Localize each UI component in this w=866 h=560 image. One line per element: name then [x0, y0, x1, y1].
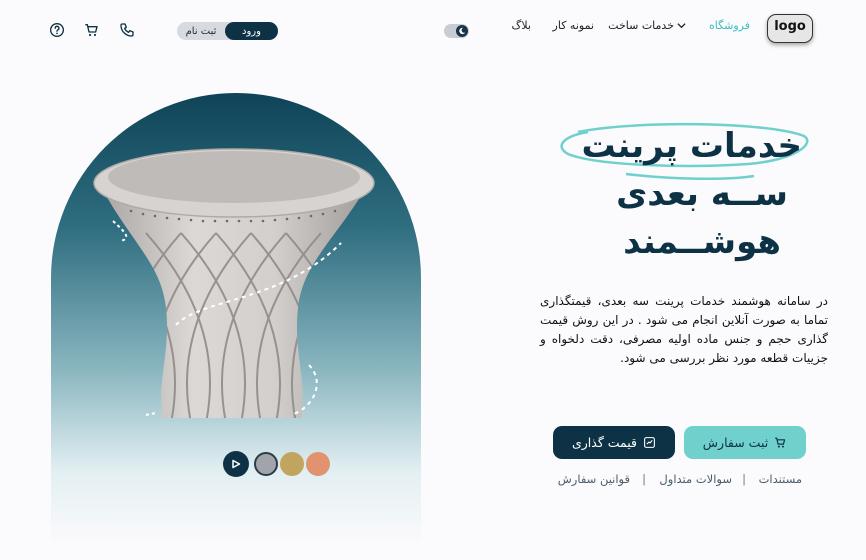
auth-switch: ثبت نام ورود: [177, 22, 278, 40]
pricing-button-label: قیمت گذاری: [571, 435, 638, 450]
logo-button[interactable]: logo: [767, 14, 813, 43]
pricing-button[interactable]: قیمت گذاری: [553, 426, 675, 459]
link-docs[interactable]: مستندات: [759, 472, 802, 486]
hero-title-line3: هوشــمند: [623, 222, 781, 262]
header: logo فروشگاه خدمات ساخت نمونه کار بلاگ ث…: [0, 0, 866, 60]
cart-icon[interactable]: [84, 22, 100, 38]
link-faq[interactable]: سوالات متداول: [659, 472, 732, 486]
link-separator: |: [742, 472, 746, 486]
nav-services-label: خدمات ساخت: [608, 19, 674, 32]
moon-icon: [456, 25, 468, 37]
theme-toggle[interactable]: [444, 24, 469, 38]
help-icon[interactable]: [49, 22, 65, 38]
nav-services[interactable]: خدمات ساخت: [608, 19, 686, 32]
cart-icon: [775, 437, 786, 448]
hero-title-line1: خدمات پرینت: [581, 126, 802, 166]
register-button[interactable]: ثبت نام: [177, 22, 225, 40]
nav-portfolio[interactable]: نمونه کار: [553, 19, 594, 32]
material-swatches: [223, 450, 333, 478]
swatch-gold[interactable]: [280, 452, 304, 476]
swatch-orange[interactable]: [306, 452, 330, 476]
hero-description: در سامانه هوشمند خدمات پرینت سه بعدی، قی…: [540, 294, 828, 365]
chart-icon: [644, 437, 655, 448]
phone-icon[interactable]: [119, 22, 135, 38]
chevron-down-icon: [677, 23, 686, 29]
nav-shop[interactable]: فروشگاه: [709, 19, 750, 32]
link-separator: |: [642, 472, 646, 486]
hero-title-line2: ســه بعدی: [616, 174, 788, 214]
link-rules[interactable]: قوانین سفارش: [558, 472, 630, 486]
play-icon: [232, 459, 241, 469]
login-button[interactable]: ورود: [225, 22, 278, 40]
play-button[interactable]: [223, 451, 249, 477]
order-button[interactable]: ثبت سفارش: [684, 426, 806, 459]
swatch-gray[interactable]: [254, 452, 278, 476]
order-button-label: ثبت سفارش: [702, 435, 769, 450]
footer-links: مستندات | سوالات متداول | قوانین سفارش: [556, 472, 806, 488]
nav-blog[interactable]: بلاگ: [512, 19, 531, 32]
